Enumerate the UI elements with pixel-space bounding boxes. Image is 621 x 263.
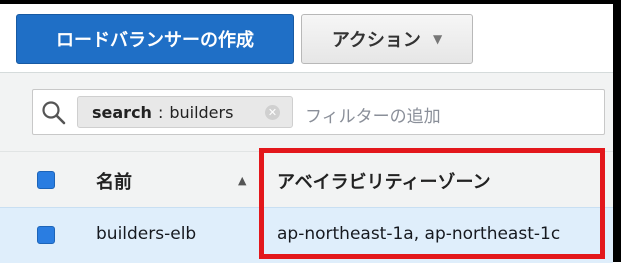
sort-ascending-icon[interactable]: ▲ bbox=[238, 174, 246, 187]
row-checkbox[interactable] bbox=[37, 226, 55, 244]
actions-label: アクション bbox=[331, 30, 421, 51]
filter-placeholder[interactable]: フィルターの追加 bbox=[305, 102, 441, 127]
column-header-availability-zones[interactable]: アベイラビリティーゾーン bbox=[277, 168, 491, 194]
filter-token-key: search bbox=[92, 102, 152, 122]
select-all-checkbox[interactable] bbox=[37, 171, 55, 189]
column-header-name[interactable]: 名前 bbox=[96, 168, 132, 194]
table-row[interactable]: builders-elb ap-northeast-1a, ap-northea… bbox=[0, 207, 613, 263]
toolbar: ロードバランサーの作成 アクション ▼ bbox=[0, 4, 613, 72]
filter-bar: search : builders ✕ フィルターの追加 bbox=[0, 72, 613, 152]
remove-token-icon[interactable]: ✕ bbox=[265, 105, 280, 120]
row-availability-zones-cell: ap-northeast-1a, ap-northeast-1c bbox=[277, 224, 561, 244]
create-load-balancer-label: ロードバランサーの作成 bbox=[56, 30, 254, 51]
filter-token-value: builders bbox=[169, 102, 234, 122]
column-divider bbox=[260, 164, 261, 196]
actions-dropdown-button[interactable]: アクション ▼ bbox=[301, 14, 473, 64]
create-load-balancer-button[interactable]: ロードバランサーの作成 bbox=[16, 14, 294, 64]
search-input[interactable]: search : builders ✕ フィルターの追加 bbox=[32, 89, 605, 135]
search-icon bbox=[42, 101, 66, 125]
table-header: 名前 ▲ アベイラビリティーゾーン bbox=[0, 151, 613, 208]
right-frame-edge bbox=[613, 0, 621, 262]
chevron-down-icon: ▼ bbox=[432, 32, 443, 46]
filter-token-separator: : bbox=[157, 102, 164, 122]
filter-token[interactable]: search : builders ✕ bbox=[77, 96, 293, 128]
row-name-cell: builders-elb bbox=[96, 224, 197, 244]
